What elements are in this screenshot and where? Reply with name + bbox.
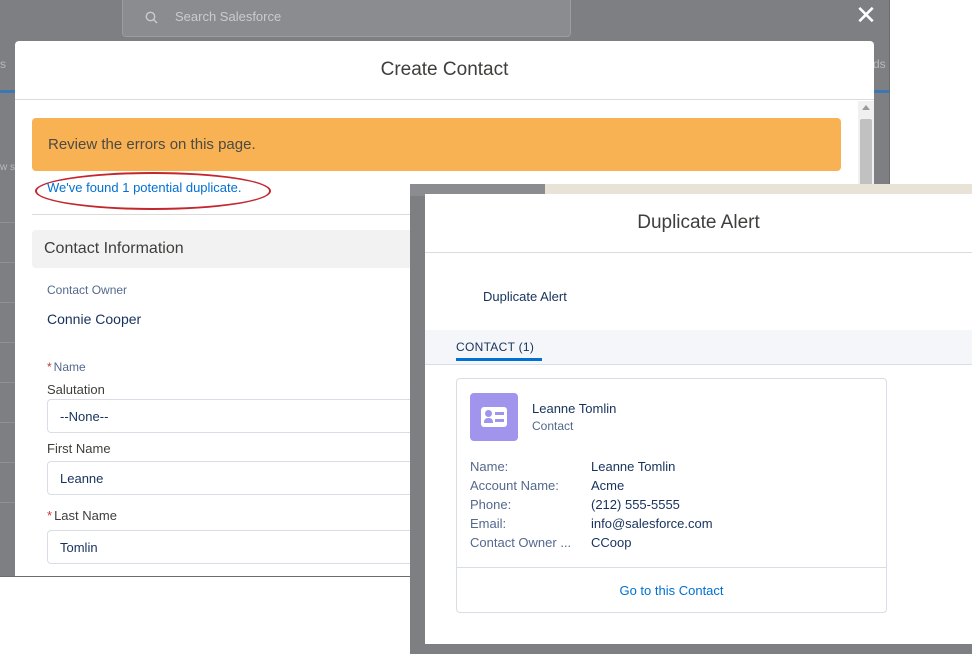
tab-contact[interactable]: CONTACT (1): [456, 340, 534, 354]
close-icon[interactable]: ✕: [853, 2, 879, 28]
divider: [0, 502, 15, 503]
search-icon: [145, 0, 158, 34]
tab-strip: CONTACT (1): [425, 330, 972, 365]
contact-icon: [470, 393, 518, 441]
contact-owner-value: Connie Cooper: [47, 311, 142, 327]
search-placeholder: Search Salesforce: [175, 9, 282, 24]
tab-active-indicator: [456, 358, 542, 361]
salutation-value: --None--: [60, 409, 109, 424]
background-tab-fragment: s: [0, 57, 6, 71]
field-key: Name:: [470, 459, 509, 474]
duplicate-alert-callout: Duplicate Alert Duplicate Alert CONTACT …: [410, 184, 972, 654]
field-key: Contact Owner ...: [470, 535, 572, 550]
background-tab-fragment: ds: [873, 57, 886, 71]
required-marker: *: [47, 360, 52, 374]
field-key: Account Name:: [470, 478, 559, 493]
divider: [0, 382, 15, 383]
field-value: CCoop: [591, 535, 632, 550]
divider: [0, 462, 15, 463]
go-to-contact-link[interactable]: Go to this Contact: [457, 567, 886, 613]
error-banner: Review the errors on this page.: [32, 118, 841, 171]
background-text-fragment: w s: [0, 162, 15, 173]
field-value: info@salesforce.com: [591, 516, 713, 531]
section-contact-information[interactable]: Contact Information: [32, 230, 452, 268]
global-search[interactable]: Search Salesforce: [122, 0, 571, 37]
divider: [0, 302, 15, 303]
divider: [0, 222, 15, 223]
name-label: * Name: [47, 360, 86, 374]
potential-duplicate-link[interactable]: We've found 1 potential duplicate.: [47, 180, 242, 195]
first-name-input[interactable]: Leanne: [47, 461, 427, 495]
background-tab-indicator: [874, 90, 889, 93]
last-name-label: * Last Name: [47, 508, 117, 523]
required-marker: *: [47, 508, 53, 523]
contact-owner-label: Contact Owner: [47, 283, 128, 297]
record-name[interactable]: Leanne Tomlin: [532, 401, 616, 416]
duplicate-record-card: Leanne Tomlin Contact Name: Leanne Tomli…: [456, 378, 887, 613]
background-tab-indicator: [0, 90, 15, 93]
last-name-input[interactable]: Tomlin: [47, 530, 427, 564]
salutation-select[interactable]: --None--: [47, 399, 427, 433]
duplicate-alert-subtitle: Duplicate Alert: [483, 289, 567, 304]
field-value: (212) 555-5555: [591, 497, 680, 512]
duplicate-alert-modal: Duplicate Alert Duplicate Alert CONTACT …: [425, 194, 972, 644]
first-name-label: First Name: [47, 441, 111, 456]
divider: [0, 342, 15, 343]
field-key: Email:: [470, 516, 507, 531]
divider: [32, 214, 432, 215]
divider: [0, 262, 15, 263]
divider: [0, 422, 15, 423]
scroll-up-icon[interactable]: [862, 105, 870, 110]
modal-title: Create Contact: [15, 41, 874, 100]
record-type: Contact: [532, 419, 574, 433]
field-value: Acme: [591, 478, 625, 493]
field-value: Leanne Tomlin: [591, 459, 676, 474]
field-key: Phone:: [470, 497, 512, 512]
duplicate-alert-title: Duplicate Alert: [425, 194, 972, 253]
salutation-label: Salutation: [47, 382, 105, 397]
